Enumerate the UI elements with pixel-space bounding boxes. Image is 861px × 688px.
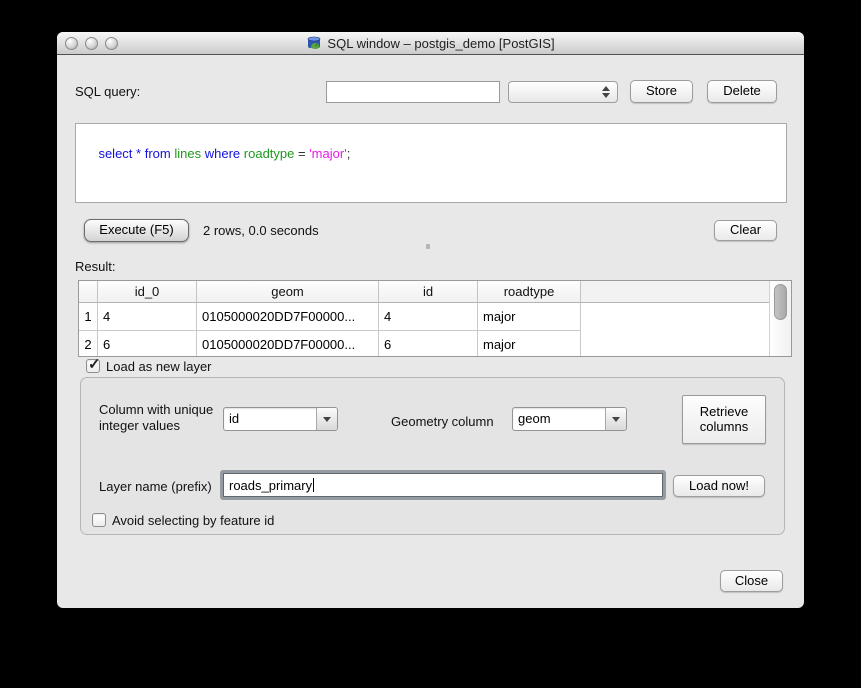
column-header-geom[interactable]: geom: [197, 281, 379, 303]
load-options-group: Column with unique integer values id Geo…: [80, 377, 785, 535]
avoid-feature-id-label: Avoid selecting by feature id: [112, 513, 274, 528]
window-title: SQL window – postgis_demo [PostGIS]: [327, 36, 554, 51]
header-filler: [581, 281, 791, 303]
table-row[interactable]: 140105000020DD7F00000...4major: [79, 303, 791, 331]
column-header-id_0[interactable]: id_0: [98, 281, 197, 303]
row-number-header[interactable]: [79, 281, 98, 303]
checkbox-box[interactable]: [92, 513, 106, 527]
geometry-column-select[interactable]: geom: [512, 407, 627, 431]
sql-window: SQL window – postgis_demo [PostGIS] SQL …: [57, 32, 804, 608]
sql-editor[interactable]: select * from lines where roadtype = 'ma…: [75, 123, 787, 203]
table-row[interactable]: 260105000020DD7F00000...6major: [79, 331, 791, 357]
load-as-new-layer-checkbox[interactable]: ✓ Load as new layer: [86, 359, 212, 374]
table-cell[interactable]: major: [478, 331, 581, 357]
scrollbar-thumb[interactable]: [774, 284, 787, 320]
table-cell[interactable]: 0105000020DD7F00000...: [197, 303, 379, 331]
retrieve-columns-button[interactable]: Retrievecolumns: [682, 395, 766, 444]
status-text: 2 rows, 0.0 seconds: [203, 223, 319, 238]
row-number-cell[interactable]: 1: [79, 303, 98, 331]
mouse-cursor: [426, 244, 430, 249]
minimize-window-icon[interactable]: [85, 37, 98, 50]
titlebar[interactable]: SQL window – postgis_demo [PostGIS]: [57, 32, 804, 55]
table-cell[interactable]: 6: [379, 331, 478, 357]
row-number-cell[interactable]: 2: [79, 331, 98, 357]
table-cell[interactable]: 4: [98, 303, 197, 331]
query-name-input[interactable]: [326, 81, 500, 103]
checkbox-box[interactable]: ✓: [86, 359, 100, 373]
load-now-button[interactable]: Load now!: [673, 475, 765, 497]
layer-name-input[interactable]: roads_primary: [223, 473, 663, 497]
stored-query-select[interactable]: [508, 81, 618, 103]
unique-column-select[interactable]: id: [223, 407, 338, 431]
table-cell[interactable]: 4: [379, 303, 478, 331]
clear-button[interactable]: Clear: [714, 220, 777, 241]
unique-column-label: Column with unique integer values: [99, 402, 213, 434]
text-caret: [313, 478, 314, 492]
result-label: Result:: [75, 259, 115, 274]
row-filler: [581, 331, 791, 357]
result-table[interactable]: id_0geomidroadtype 140105000020DD7F00000…: [78, 280, 792, 357]
load-as-new-layer-label: Load as new layer: [106, 359, 212, 374]
close-window-icon[interactable]: [65, 37, 78, 50]
result-table-header[interactable]: id_0geomidroadtype: [79, 281, 791, 303]
postgis-db-icon: [306, 35, 322, 51]
zoom-window-icon[interactable]: [105, 37, 118, 50]
execute-button[interactable]: Execute (F5): [84, 219, 189, 242]
layer-name-label: Layer name (prefix): [99, 479, 212, 494]
geometry-column-label: Geometry column: [391, 414, 494, 429]
stepper-arrows-icon: [602, 86, 610, 98]
result-table-scrollbar[interactable]: [769, 281, 791, 356]
close-button[interactable]: Close: [720, 570, 783, 592]
result-table-body: 140105000020DD7F00000...4major2601050000…: [79, 303, 791, 357]
sql-query-label: SQL query:: [75, 84, 140, 99]
table-cell[interactable]: 6: [98, 331, 197, 357]
sql-editor-text: select * from lines where roadtype = 'ma…: [98, 146, 350, 161]
chevron-down-icon[interactable]: [316, 408, 337, 430]
store-button[interactable]: Store: [630, 80, 693, 103]
checkmark-icon: ✓: [88, 355, 101, 373]
row-filler: [581, 303, 791, 331]
avoid-feature-id-checkbox[interactable]: Avoid selecting by feature id: [92, 513, 274, 528]
table-cell[interactable]: 0105000020DD7F00000...: [197, 331, 379, 357]
traffic-lights: [65, 37, 118, 50]
chevron-down-icon[interactable]: [605, 408, 626, 430]
column-header-roadtype[interactable]: roadtype: [478, 281, 581, 303]
table-cell[interactable]: major: [478, 303, 581, 331]
delete-button[interactable]: Delete: [707, 80, 777, 103]
column-header-id[interactable]: id: [379, 281, 478, 303]
